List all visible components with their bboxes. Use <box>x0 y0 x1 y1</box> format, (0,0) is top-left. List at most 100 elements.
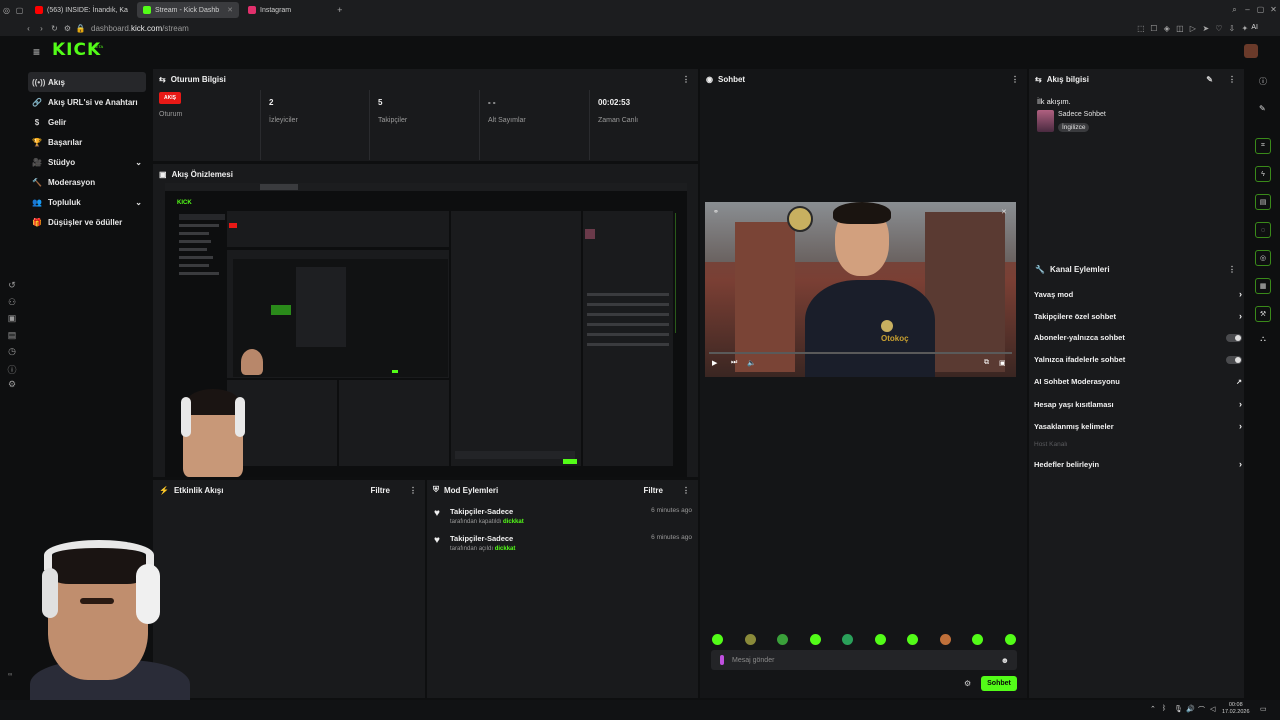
info-icon[interactable]: ⓘ <box>1259 76 1267 87</box>
chevron-down-icon[interactable]: ⌄ <box>135 158 142 167</box>
action-ai-moderation[interactable]: AI Sohbet Moderasyonu ↗ <box>1034 377 1242 386</box>
play-icon[interactable]: ▶ <box>712 359 717 367</box>
clock-icon[interactable]: ◷ <box>4 346 20 363</box>
moderator-link[interactable]: dickkat <box>503 519 524 525</box>
emote-icon[interactable] <box>842 634 853 645</box>
emote-icon[interactable] <box>875 634 886 645</box>
tab-youtube[interactable]: (563) INSIDE: İnandık, Ka <box>29 2 134 18</box>
filter-button[interactable]: Filtre <box>370 486 390 495</box>
document-icon[interactable]: ▤ <box>1255 194 1271 210</box>
stream-preview-video[interactable]: KICK <box>165 183 687 477</box>
url-field[interactable]: dashboard.kick.com/stream <box>91 24 189 33</box>
close-icon[interactable]: ✕ <box>1001 208 1007 216</box>
star-icon[interactable]: ✦ <box>1238 24 1251 33</box>
action-banned-words[interactable]: Yasaklanmış kelimeler › <box>1034 421 1242 431</box>
emote-icon[interactable] <box>810 634 821 645</box>
history-icon[interactable]: ↺ <box>4 280 20 297</box>
clip-icon[interactable]: ⌗ <box>1255 138 1271 154</box>
share-icon[interactable]: ⛬ <box>1255 334 1271 344</box>
broadcast-icon[interactable]: ◎ <box>1255 250 1271 266</box>
emote-only-toggle[interactable] <box>1226 355 1242 364</box>
pinned-video-player[interactable]: Otokoç ▶ ⏭ 🔈 ⧉ ▣ ✕ ⚭ <box>705 202 1016 377</box>
send-chat-button[interactable]: Sohbet <box>981 676 1017 691</box>
network-icon[interactable]: ⌒ <box>1198 705 1205 715</box>
notes-icon[interactable]: ▤ <box>4 330 20 347</box>
emote-icon[interactable] <box>777 634 788 645</box>
sidebar-item-gelir[interactable]: $ Gelir <box>28 112 146 132</box>
subscribers-only-toggle[interactable] <box>1226 333 1242 342</box>
more-options-icon[interactable]: ⋮ <box>682 75 690 84</box>
sidebar-item-akis[interactable]: ((•)) Akış <box>28 72 146 92</box>
pip-icon[interactable]: ⧉ <box>984 359 989 367</box>
browser-menu-icon[interactable]: ◎ <box>0 6 13 15</box>
clock[interactable]: 00:08 17.02.2026 <box>1222 702 1250 716</box>
emote-icon[interactable] <box>940 634 951 645</box>
sidebar-item-stream-url[interactable]: 🔗 Akış URL'si ve Anahtarı <box>28 92 146 112</box>
download-icon[interactable]: ⇩ <box>1225 24 1238 33</box>
bookmark-icon[interactable]: ☐ <box>1147 24 1160 33</box>
minimize-icon[interactable]: – <box>1241 5 1254 15</box>
emote-icon[interactable] <box>907 634 918 645</box>
heart-icon[interactable]: ♡ <box>1212 24 1225 33</box>
settings-icon[interactable]: ⚙ <box>4 379 20 396</box>
video-progress-bar[interactable] <box>709 352 1012 354</box>
more-options-icon[interactable]: ⋮ <box>1228 75 1236 84</box>
user-icon[interactable]: ⚇ <box>4 297 20 314</box>
emote-icon[interactable] <box>972 634 983 645</box>
hamburger-menu-icon[interactable]: ≡ <box>33 45 40 59</box>
moderator-link[interactable]: dickkat <box>495 546 516 552</box>
tray-up-icon[interactable]: ⌃ <box>1150 705 1156 713</box>
bluetooth-icon[interactable]: ᛒ <box>1162 705 1166 712</box>
action-account-age[interactable]: Hesap yaşı kısıtlaması › <box>1034 399 1242 409</box>
mic-icon[interactable]: 🎙 <box>1174 705 1183 713</box>
wrench-icon[interactable]: ⚒ <box>1255 306 1271 322</box>
fullscreen-icon[interactable]: ▣ <box>999 359 1006 367</box>
filter-button[interactable]: Filtre <box>643 486 663 495</box>
video-link-icon[interactable]: ⚭ <box>713 208 719 216</box>
camera-icon[interactable]: ◫ <box>1173 24 1186 33</box>
emoji-icon[interactable]: ☻ <box>1001 656 1009 665</box>
more-options-icon[interactable]: ⋮ <box>1228 265 1236 274</box>
chevron-down-icon[interactable]: ⌄ <box>135 198 142 207</box>
action-slow-mode[interactable]: Yavaş mod › <box>1034 289 1242 299</box>
lightning-icon[interactable]: ϟ <box>1255 166 1271 182</box>
speaker-icon[interactable]: ◁ <box>1210 705 1215 713</box>
volume-icon[interactable]: 🔈 <box>747 359 756 367</box>
tab-close-icon[interactable]: ✕ <box>227 6 233 14</box>
sidebar-item-drops[interactable]: 🎁 Düşüşler ve ödüller <box>28 212 146 232</box>
avatar[interactable] <box>1244 44 1258 58</box>
sidebar-item-topluluk[interactable]: 👥 Topluluk ⌄ <box>28 192 146 212</box>
more-options-icon[interactable]: ⋮ <box>409 486 417 495</box>
reload-icon[interactable]: ↻ <box>48 24 61 33</box>
wallet-icon[interactable]: ▣ <box>4 313 20 330</box>
forward-icon[interactable]: › <box>35 24 48 33</box>
layout-icon[interactable]: ▦ <box>1255 278 1271 294</box>
close-window-icon[interactable]: ✕ <box>1267 5 1280 15</box>
search-icon[interactable]: ⌕ <box>1228 5 1241 15</box>
extension-icon[interactable]: ⬚ <box>1134 24 1147 33</box>
tab-kick-dashboard[interactable]: Stream - Kick Dashb ✕ <box>136 2 239 18</box>
notification-icon[interactable]: ▭ <box>1260 705 1267 713</box>
tab-overview-icon[interactable]: ▢ <box>13 6 26 15</box>
sidebar-item-studyo[interactable]: 🎥 Stüdyo ⌄ <box>28 152 146 172</box>
sidebar-item-moderasyon[interactable]: 🔨 Moderasyon <box>28 172 146 192</box>
mic-icon[interactable] <box>720 655 724 665</box>
maximize-icon[interactable]: ▢ <box>1254 5 1267 15</box>
shield-icon[interactable]: ◈ <box>1160 24 1173 33</box>
ai-button[interactable]: AI <box>1251 24 1258 33</box>
kick-logo[interactable]: KICK <box>52 40 101 60</box>
info-icon[interactable]: ⓘ <box>4 363 20 380</box>
action-set-goals[interactable]: Hedefler belirleyin › <box>1034 459 1242 469</box>
action-followers-only[interactable]: Takipçilere özel sohbet › <box>1034 311 1242 321</box>
site-info-icon[interactable]: ⚙ <box>61 24 74 33</box>
play-icon[interactable]: ▷ <box>1186 24 1199 33</box>
more-options-icon[interactable]: ⋮ <box>1011 75 1019 84</box>
edit-icon[interactable]: ✎ <box>1206 75 1213 84</box>
skip-next-icon[interactable]: ⏭ <box>731 359 737 367</box>
emote-icon[interactable] <box>712 634 723 645</box>
chat-settings-icon[interactable]: ⚙ <box>964 679 971 688</box>
volume-icon[interactable]: 🔊 <box>1186 705 1195 713</box>
edit-icon[interactable]: ✎ <box>1259 104 1266 113</box>
emote-icon[interactable] <box>745 634 756 645</box>
tab-instagram[interactable]: Instagram <box>242 2 297 18</box>
